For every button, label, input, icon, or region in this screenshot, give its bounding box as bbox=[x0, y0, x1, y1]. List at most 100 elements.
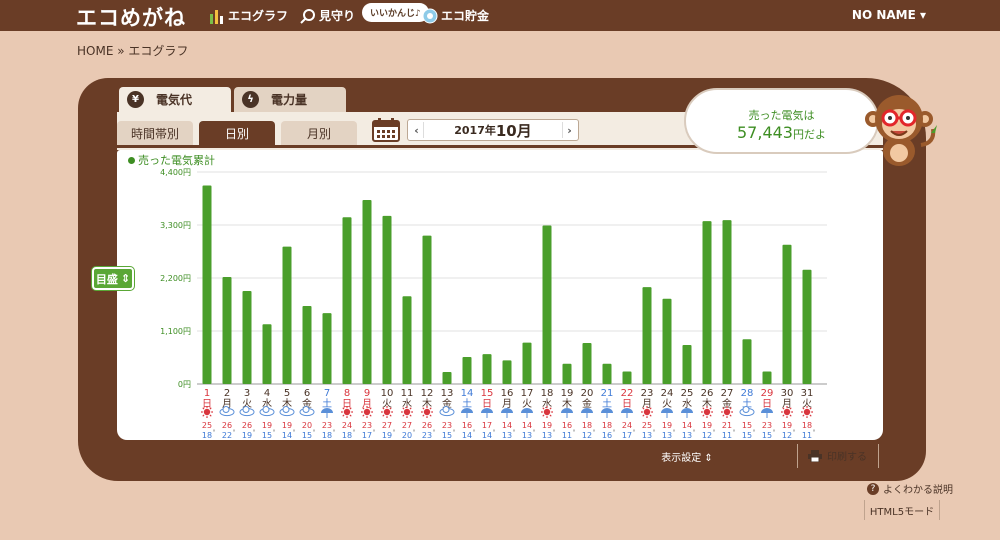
temp-unit-label: ° bbox=[453, 429, 456, 436]
prev-month-button[interactable]: ‹ bbox=[410, 122, 424, 138]
status-bubble: いいかんじ♪ bbox=[362, 3, 429, 22]
help-label: よくわかる説明 bbox=[883, 485, 953, 496]
bar bbox=[502, 360, 512, 384]
y-tick-label: 1,100円 bbox=[160, 327, 191, 336]
scale-select-button[interactable]: 目盛 ⇕ bbox=[92, 267, 134, 290]
temp-high-label: 19 bbox=[702, 421, 712, 430]
temp-unit-label: ° bbox=[393, 429, 396, 436]
sun-ray bbox=[349, 414, 352, 417]
bar bbox=[302, 305, 312, 384]
temp-low-label: 11 bbox=[802, 431, 812, 440]
temp-unit-label: ° bbox=[773, 429, 776, 436]
y-tick-label: 2,200円 bbox=[160, 274, 191, 283]
temp-low-label: 15 bbox=[762, 431, 772, 440]
temp-high-label: 15 bbox=[742, 421, 752, 430]
calendar-icon[interactable] bbox=[372, 118, 400, 142]
tab-daily[interactable]: 日別 bbox=[199, 121, 275, 145]
sun-ray bbox=[729, 414, 732, 417]
bar bbox=[382, 215, 392, 384]
user-menu[interactable]: NO NAME ▾ bbox=[852, 8, 926, 22]
sun-ray bbox=[782, 414, 785, 417]
x-day-label: 20 bbox=[581, 388, 594, 399]
sun-ray bbox=[802, 414, 805, 417]
next-month-button[interactable]: › bbox=[562, 122, 576, 138]
help-link[interactable]: ? よくわかる説明 bbox=[867, 481, 953, 496]
x-day-label: 25 bbox=[681, 388, 694, 399]
temp-unit-label: ° bbox=[413, 429, 416, 436]
tab-monthly[interactable]: 月別 bbox=[281, 121, 357, 145]
tab-electricity-cost[interactable]: ¥ 電気代 bbox=[119, 87, 231, 112]
temp-high-label: 23 bbox=[362, 421, 372, 430]
x-day-label: 22 bbox=[621, 388, 634, 399]
divider bbox=[797, 444, 798, 468]
x-day-label: 29 bbox=[761, 388, 774, 399]
nav-watch[interactable]: 見守り bbox=[300, 7, 355, 24]
x-day-label: 2 bbox=[224, 388, 230, 399]
sun-ray bbox=[422, 414, 425, 417]
sun-ray bbox=[202, 414, 205, 417]
bar bbox=[322, 313, 332, 384]
temp-high-label: 26 bbox=[422, 421, 432, 430]
html5-mode-button[interactable]: HTML5モード bbox=[864, 500, 940, 520]
watch-icon bbox=[300, 8, 315, 24]
cloud-puff bbox=[222, 406, 230, 413]
sun-ray bbox=[209, 414, 212, 417]
bar bbox=[402, 296, 412, 384]
bar-chart-icon bbox=[210, 9, 223, 24]
temp-unit-label: ° bbox=[693, 429, 696, 436]
temp-low-label: 18 bbox=[342, 431, 352, 440]
divider bbox=[878, 444, 879, 468]
bar bbox=[362, 199, 372, 384]
sun-ray bbox=[369, 414, 372, 417]
x-day-label: 8 bbox=[344, 388, 350, 399]
temp-unit-label: ° bbox=[533, 429, 536, 436]
bar bbox=[342, 217, 352, 384]
temp-high-label: 26 bbox=[242, 421, 252, 430]
tab-electricity-amount[interactable]: ϟ 電力量 bbox=[234, 87, 346, 112]
temp-low-label: 14 bbox=[482, 431, 492, 440]
sun-ray bbox=[809, 414, 812, 417]
print-button[interactable]: 印刷する bbox=[808, 448, 867, 463]
temp-low-label: 15 bbox=[262, 431, 272, 440]
temp-low-label: 20 bbox=[402, 431, 412, 440]
display-settings-button[interactable]: 表示設定 ⇕ bbox=[657, 447, 717, 465]
bar bbox=[802, 269, 812, 384]
x-day-label: 23 bbox=[641, 388, 654, 399]
temp-unit-label: ° bbox=[553, 429, 556, 436]
sold-unit: 円だよ bbox=[792, 128, 826, 141]
bar bbox=[522, 342, 532, 384]
bar bbox=[242, 291, 252, 384]
coin-icon bbox=[422, 8, 438, 23]
app-logo[interactable]: エコめがね bbox=[76, 2, 186, 32]
x-day-label: 14 bbox=[461, 388, 474, 399]
bar bbox=[602, 363, 612, 384]
nav-eco-graph[interactable]: エコグラフ bbox=[209, 7, 288, 24]
sun-ray bbox=[649, 414, 652, 417]
temp-low-label: 12 bbox=[782, 431, 792, 440]
temp-high-label: 21 bbox=[722, 421, 732, 430]
bar bbox=[262, 324, 272, 384]
temp-low-label: 16 bbox=[602, 431, 612, 440]
cloud-puff bbox=[242, 406, 250, 413]
temp-high-label: 23 bbox=[442, 421, 452, 430]
cloud-puff bbox=[302, 406, 310, 413]
sun-ray bbox=[722, 414, 725, 417]
temp-unit-label: ° bbox=[213, 429, 216, 436]
sun-ray bbox=[542, 414, 545, 417]
sun-ray bbox=[429, 414, 432, 417]
temp-high-label: 24 bbox=[622, 421, 632, 430]
bar bbox=[202, 185, 212, 384]
nav-eco-savings[interactable]: エコ貯金 bbox=[422, 7, 489, 24]
temp-unit-label: ° bbox=[633, 429, 636, 436]
temp-unit-label: ° bbox=[493, 429, 496, 436]
tab-hourly[interactable]: 時間帯別 bbox=[117, 121, 193, 145]
temp-low-label: 15 bbox=[302, 431, 312, 440]
cloud-puff bbox=[262, 406, 270, 413]
x-day-label: 10 bbox=[381, 388, 394, 399]
temp-high-label: 18 bbox=[602, 421, 612, 430]
temp-unit-label: ° bbox=[673, 429, 676, 436]
bar bbox=[222, 277, 232, 384]
bar bbox=[562, 363, 572, 384]
temp-high-label: 23 bbox=[322, 421, 332, 430]
temp-unit-label: ° bbox=[273, 429, 276, 436]
